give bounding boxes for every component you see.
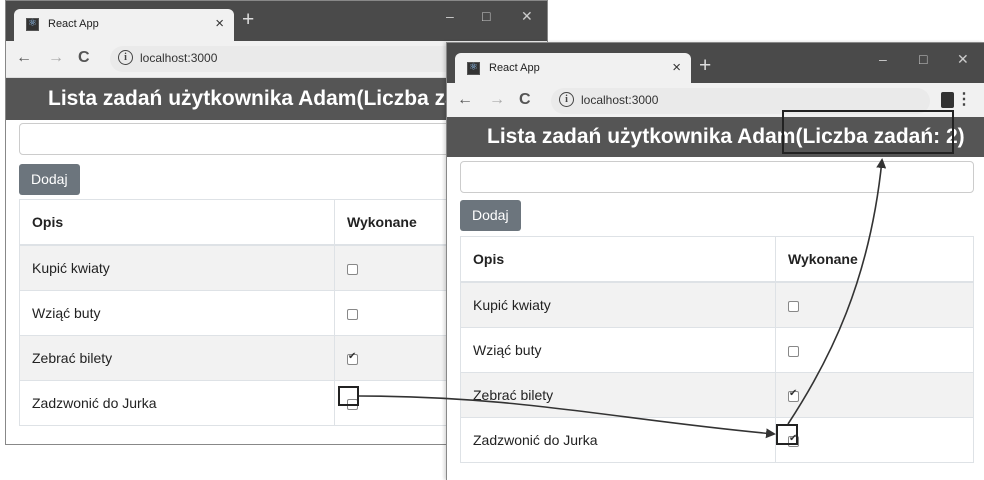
- task-description: Zebrać bilety: [460, 372, 776, 418]
- maximize-button[interactable]: □: [919, 51, 927, 67]
- task-description: Zadzwonić do Jurka: [460, 417, 776, 463]
- close-window-button[interactable]: ✕: [521, 8, 533, 25]
- tab-title: React App: [489, 62, 540, 74]
- done-checkbox[interactable]: [347, 263, 358, 275]
- minimize-button[interactable]: –: [879, 51, 887, 67]
- task-description: Kupić kwiaty: [460, 281, 776, 328]
- done-checkbox[interactable]: [347, 351, 358, 365]
- table-row: Zadzwonić do Jurka: [460, 417, 974, 463]
- new-tab-button[interactable]: +: [699, 55, 711, 77]
- reload-icon[interactable]: C: [519, 91, 531, 109]
- new-task-input[interactable]: [460, 161, 974, 193]
- done-checkbox[interactable]: [788, 345, 799, 357]
- url-text: localhost:3000: [140, 51, 218, 65]
- forward-arrow-icon[interactable]: →: [489, 91, 505, 109]
- table-row: Kupić kwiaty: [460, 281, 974, 328]
- task-done-cell: [775, 327, 974, 373]
- forward-arrow-icon[interactable]: →: [48, 49, 64, 67]
- browser-window-after: React App × + – □ ✕ ← → C i localhost:30…: [446, 42, 984, 480]
- done-checkbox[interactable]: [788, 388, 799, 402]
- table-row: Wziąć buty: [460, 327, 974, 373]
- task-done-cell: [775, 372, 974, 418]
- new-tab-button[interactable]: +: [242, 9, 254, 31]
- task-description: Wziąć buty: [460, 327, 776, 373]
- browser-tab[interactable]: React App ×: [14, 9, 234, 41]
- browser-tab[interactable]: React App ×: [455, 53, 691, 85]
- title-bar: React App × + – □ ✕: [6, 1, 547, 41]
- highlight-box-checked: [776, 424, 798, 445]
- more-menu-icon[interactable]: ⋮: [956, 89, 972, 109]
- table-row: Zebrać bilety: [460, 372, 974, 418]
- react-favicon-icon: [26, 17, 39, 31]
- task-description: Zebrać bilety: [19, 335, 335, 381]
- back-arrow-icon[interactable]: ←: [457, 91, 473, 109]
- info-icon[interactable]: i: [118, 50, 133, 65]
- tab-close-icon[interactable]: ×: [215, 15, 224, 32]
- table-header-row: Opis Wykonane: [460, 236, 974, 283]
- column-header-done: Wykonane: [775, 236, 974, 283]
- task-description: Wziąć buty: [19, 290, 335, 336]
- task-description: Kupić kwiaty: [19, 244, 335, 291]
- title-bar: React App × + – □ ✕: [447, 43, 984, 85]
- tab-title: React App: [48, 18, 99, 30]
- back-arrow-icon[interactable]: ←: [16, 49, 32, 67]
- add-button[interactable]: Dodaj: [460, 200, 521, 231]
- reload-icon[interactable]: C: [78, 49, 90, 67]
- url-text: localhost:3000: [581, 93, 659, 107]
- close-window-button[interactable]: ✕: [957, 51, 969, 68]
- add-button[interactable]: Dodaj: [19, 164, 80, 195]
- task-done-cell: [775, 417, 974, 463]
- tab-close-icon[interactable]: ×: [672, 59, 681, 76]
- task-description: Zadzwonić do Jurka: [19, 380, 335, 426]
- maximize-button[interactable]: □: [482, 8, 490, 24]
- column-header-description: Opis: [460, 236, 776, 283]
- info-icon[interactable]: i: [559, 92, 574, 107]
- minimize-button[interactable]: –: [446, 8, 454, 24]
- done-checkbox[interactable]: [347, 308, 358, 320]
- done-checkbox[interactable]: [788, 300, 799, 312]
- react-favicon-icon: [467, 61, 480, 75]
- task-table: Opis Wykonane Kupić kwiaty Wziąć buty Ze…: [460, 236, 974, 463]
- highlight-box-unchecked: [338, 386, 359, 406]
- column-header-description: Opis: [19, 199, 335, 246]
- highlight-box-task-count: [782, 110, 954, 154]
- extension-icon[interactable]: [941, 92, 954, 108]
- task-done-cell: [775, 281, 974, 328]
